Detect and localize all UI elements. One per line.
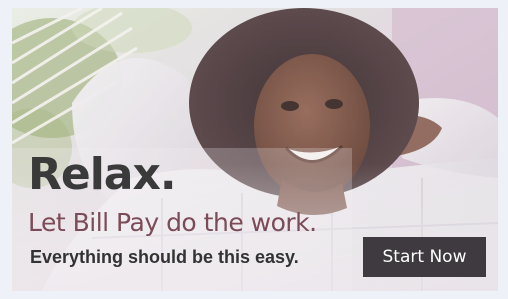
subheadline: Let Bill Pay do the work. (28, 208, 317, 237)
bill-pay-ad-banner[interactable]: Relax. Let Bill Pay do the work. Everyth… (12, 8, 498, 291)
start-now-button[interactable]: Start Now (363, 237, 486, 277)
tagline: Everything should be this easy. (30, 247, 299, 267)
headline: Relax. (28, 149, 177, 200)
